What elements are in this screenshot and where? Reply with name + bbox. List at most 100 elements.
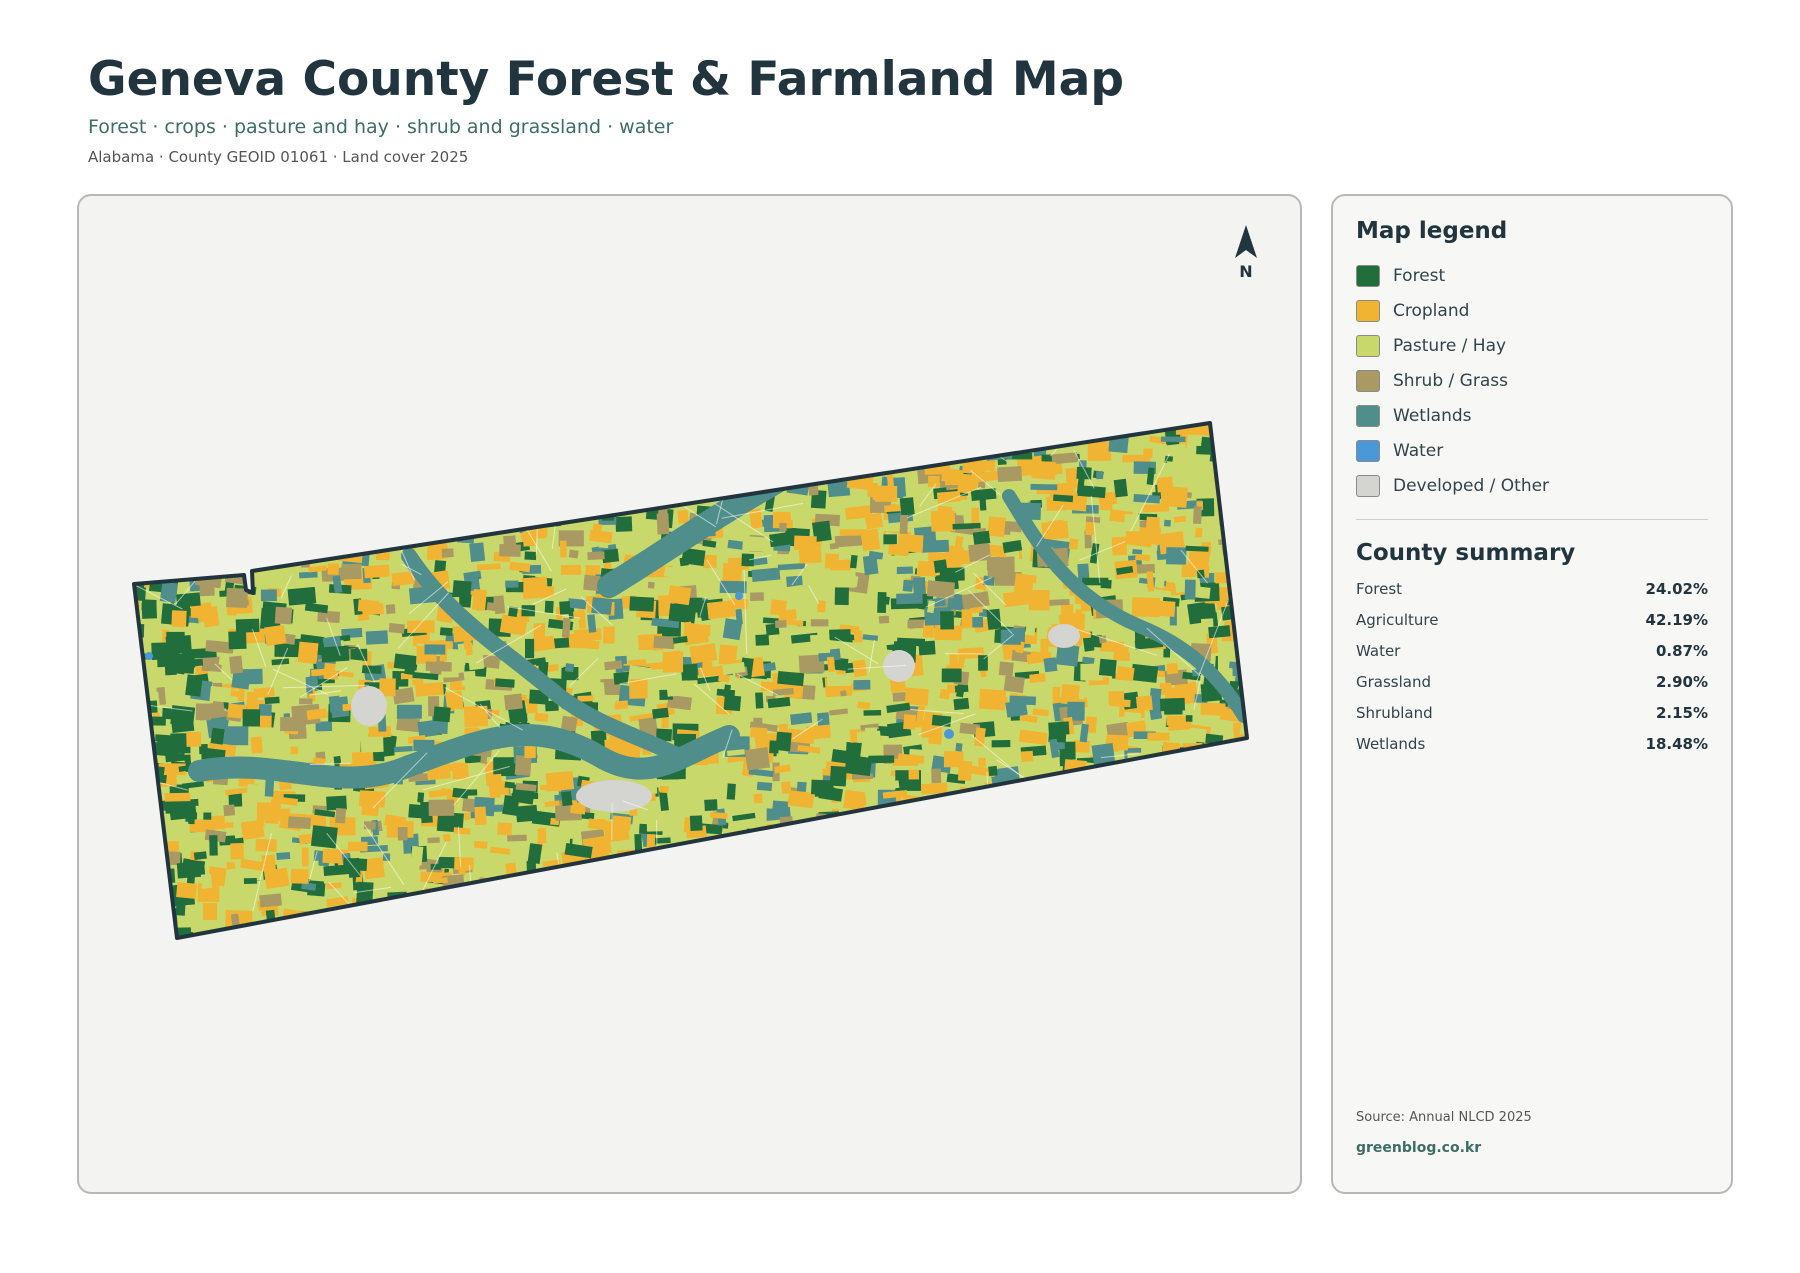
land-cover-patch <box>211 815 226 830</box>
land-cover-patch <box>252 445 270 452</box>
land-cover-patch <box>750 592 764 601</box>
land-cover-patch <box>425 661 452 672</box>
land-cover-patch <box>749 854 769 876</box>
land-cover-patch <box>652 912 668 930</box>
land-cover-patch <box>274 606 293 625</box>
land-cover-patch <box>211 540 234 554</box>
land-cover-patch <box>679 481 707 501</box>
land-cover-patch <box>257 932 284 938</box>
county-map[interactable] <box>79 196 1300 1192</box>
land-cover-patch <box>536 905 558 918</box>
land-cover-patch <box>188 559 212 571</box>
land-cover-patch <box>888 831 903 840</box>
land-cover-patch <box>815 409 830 416</box>
land-cover-patch <box>753 412 771 421</box>
land-cover-patch <box>328 436 353 444</box>
land-cover-patch <box>756 472 768 493</box>
land-cover-patch <box>777 451 790 460</box>
land-cover-patch <box>485 436 505 447</box>
road-line <box>514 882 519 938</box>
land-cover-patch <box>1150 772 1167 795</box>
land-cover-patch <box>246 535 261 543</box>
land-cover-patch <box>817 835 842 855</box>
land-cover-patch <box>1086 934 1096 938</box>
road-line <box>924 803 948 830</box>
land-cover-patch <box>991 739 1011 748</box>
land-cover-patch <box>429 475 440 492</box>
land-cover-patch <box>723 694 742 712</box>
land-cover-patch <box>1228 937 1247 938</box>
land-cover-patch <box>178 480 208 498</box>
land-cover-patch <box>526 920 550 929</box>
land-cover-patch <box>134 816 149 823</box>
land-cover-patch <box>587 430 613 439</box>
land-cover-patch <box>223 458 237 474</box>
land-cover-patch <box>253 423 278 440</box>
land-cover-patch <box>338 516 361 540</box>
land-cover-patch <box>172 471 194 494</box>
land-cover-patch <box>570 923 578 938</box>
land-cover-patch <box>650 433 678 456</box>
land-cover-patch <box>1130 776 1153 794</box>
land-cover-patch <box>249 424 275 448</box>
land-cover-patch <box>303 543 327 558</box>
land-cover-patch <box>493 595 506 615</box>
land-cover-patch <box>1020 871 1046 890</box>
land-cover-patch <box>867 874 895 897</box>
land-cover-patch <box>773 443 797 461</box>
land-cover-patch <box>633 481 648 503</box>
land-cover-patch <box>412 900 431 913</box>
land-cover-patch <box>1240 742 1247 760</box>
land-cover-patch <box>1240 822 1247 841</box>
land-cover-patch <box>1237 852 1247 859</box>
land-cover-patch <box>1056 939 1077 950</box>
land-cover-patch <box>616 923 626 931</box>
land-cover-patch <box>1003 675 1025 694</box>
land-cover-patch <box>943 804 957 821</box>
water-body <box>145 652 153 660</box>
legend-swatch <box>1356 404 1380 427</box>
land-cover-patch <box>1185 822 1214 837</box>
land-cover-patch <box>1033 865 1054 887</box>
land-cover-patch <box>290 869 309 884</box>
land-cover-patch <box>932 916 950 938</box>
land-cover-patch <box>978 655 988 671</box>
land-cover-patch <box>751 464 776 473</box>
land-cover-patch <box>1165 817 1184 830</box>
land-cover-patch <box>423 463 435 480</box>
map-panel[interactable] <box>77 194 1302 1194</box>
land-cover-patch <box>364 465 372 475</box>
land-cover-patch <box>551 463 579 473</box>
land-cover-patch <box>1120 937 1138 938</box>
land-cover-patch <box>830 461 857 471</box>
land-cover-patch <box>240 819 267 840</box>
land-cover-patch <box>668 846 683 868</box>
land-cover-patch <box>647 581 655 589</box>
land-cover-patch <box>294 424 317 442</box>
land-cover-patch <box>338 423 353 435</box>
land-cover-patch <box>705 423 722 426</box>
land-cover-patch <box>778 405 787 414</box>
land-cover-patch <box>312 447 335 465</box>
land-cover-patch <box>899 497 915 516</box>
land-cover-patch <box>352 473 362 492</box>
land-cover-patch <box>1229 566 1247 574</box>
water-body <box>944 729 954 739</box>
land-cover-patch <box>791 456 816 476</box>
land-cover-patch <box>817 600 826 613</box>
page-header: Geneva County Forest & Farmland Map Fore… <box>88 50 1124 166</box>
land-cover-patch <box>444 475 458 496</box>
site-link[interactable]: greenblog.co.kr <box>1356 1140 1481 1156</box>
land-cover-patch <box>292 471 309 486</box>
land-cover-patch <box>418 900 427 908</box>
land-cover-patch <box>398 907 412 921</box>
land-cover-patch <box>425 487 445 500</box>
land-cover-patch <box>803 907 812 919</box>
land-cover-patch <box>351 751 374 767</box>
land-cover-patch <box>154 516 164 525</box>
road-line <box>945 423 1002 449</box>
land-cover-patch <box>957 921 977 938</box>
north-label: N <box>1239 262 1253 281</box>
land-cover-patch <box>570 429 585 443</box>
land-cover-patch <box>755 472 771 489</box>
